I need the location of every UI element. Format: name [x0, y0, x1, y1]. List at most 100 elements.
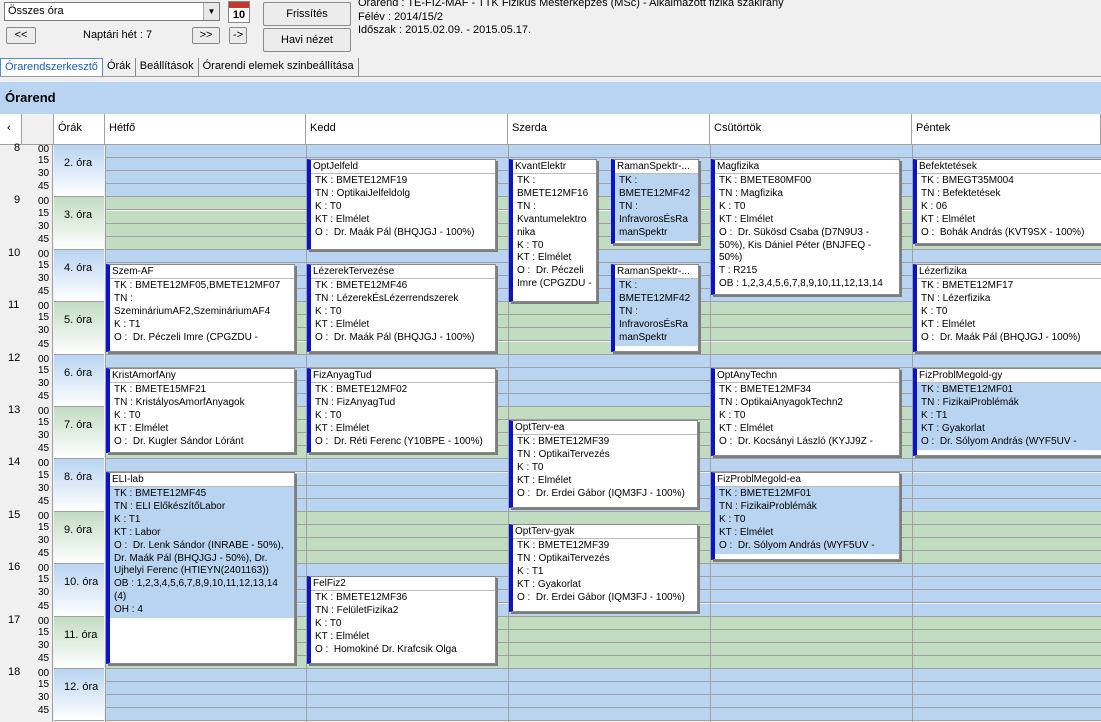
time-slot-row[interactable] — [105, 249, 1101, 263]
event-details: TK : BMETE12MF42 TN : InfravorosÉsRa man… — [615, 174, 698, 241]
period-label: 2. óra — [64, 157, 93, 169]
period-cell[interactable]: 5. óra — [54, 302, 104, 355]
event-title: KristAmorfAny — [110, 369, 294, 383]
event-details: TK : BMETE12MF39 TN : OptikaiTervezés K … — [517, 436, 685, 499]
timetable-event[interactable]: ELI-lab TK : BMETE12MF45 TN : ELI Előkész… — [106, 472, 295, 664]
prev-week-button[interactable]: << — [6, 27, 36, 44]
hour-label: 8 — [14, 142, 21, 154]
timetable-event[interactable]: OptTerv-gyak TK : BMETE12MF39 TN : Optika… — [509, 524, 698, 612]
period-cell[interactable]: 7. óra — [54, 407, 104, 460]
minute-label: 00 — [38, 301, 50, 313]
timetable-event[interactable]: Szem-AF TK : BMETE12MF05,BMETE12MF07 TN :… — [106, 264, 295, 352]
timetable-event[interactable]: OptJelfeld TK : BMETE12MF19 TN : OptikaiJ… — [307, 159, 496, 250]
timetable-event[interactable]: OptTerv-ea TK : BMETE12MF39 TN : OptikaiT… — [509, 420, 698, 508]
period-label: Időszak : 2015.02.09. - 2015.05.17. — [358, 24, 532, 36]
timetable-event[interactable]: FizProblMegold-ea TK : BMETE12MF01 TN : F… — [711, 472, 900, 560]
period-label: 12. óra — [64, 681, 99, 693]
period-cell[interactable]: 12. óra — [54, 669, 104, 722]
minute-label: 00 — [38, 196, 50, 208]
jump-button[interactable]: -> — [229, 27, 247, 44]
event-details: TK : BMEGT35M004 TN : Befektetések K : 0… — [921, 175, 1085, 238]
event-title: LézerekTervezése — [311, 265, 495, 279]
timetable-name: Órarend : TE-FIZ-MAF - TTK Fizikus Meste… — [358, 0, 784, 9]
day-header-friday[interactable]: Péntek — [912, 114, 1101, 145]
minute-label: 00 — [38, 510, 50, 522]
period-cell[interactable]: 11. óra — [54, 616, 104, 669]
semester-label: Félév : 2014/15/2 — [358, 11, 444, 23]
chevron-down-icon[interactable]: ▼ — [203, 3, 219, 20]
timetable-event[interactable]: KristAmorfAny TK : BMETE15MF21 TN : Krist… — [106, 368, 295, 453]
tab-settings[interactable]: Beállítások — [136, 58, 199, 76]
tab-bar: Órarendszerkesztő Órák Beállítások Órare… — [0, 58, 359, 76]
next-week-button[interactable]: >> — [192, 27, 220, 44]
month-view-button[interactable]: Havi nézet — [263, 28, 351, 52]
day-header-thursday[interactable]: Csütörtök — [710, 114, 912, 145]
minute-label: 45 — [38, 181, 50, 193]
time-slot-row[interactable] — [105, 695, 1101, 709]
collapse-button[interactable]: ‹ — [0, 114, 22, 145]
tab-timetable-editor[interactable]: Órarendszerkesztő — [0, 58, 103, 76]
period-cell[interactable]: 4. óra — [54, 249, 104, 303]
time-slot-row[interactable] — [105, 669, 1101, 683]
tab-color-settings[interactable]: Órarendi elemek szinbeállítása — [199, 58, 359, 76]
event-title: RamanSpektr-... — [615, 160, 698, 174]
period-cell[interactable]: 8. óra — [54, 459, 104, 512]
calendar-icon[interactable]: 10 — [228, 1, 250, 23]
event-details: TK : BMETE12MF34 TN : OptikaiAnyagokTech… — [719, 384, 873, 447]
timetable-event[interactable]: OptAnyTechn TK : BMETE12MF34 TN : Optikai… — [711, 368, 900, 456]
period-label: 6. óra — [64, 366, 93, 379]
period-cell[interactable]: 3. óra — [54, 197, 104, 250]
period-cell[interactable]: 6. óra — [54, 354, 104, 407]
minute-label: 15 — [38, 679, 50, 691]
event-title: OptJelfeld — [311, 160, 495, 174]
event-title: ELI-lab — [110, 473, 294, 487]
hours-filter-select[interactable]: Összes óra ▼ — [4, 2, 220, 21]
time-slot-row[interactable] — [105, 354, 1101, 368]
day-header-wednesday[interactable]: Szerda — [508, 114, 710, 145]
minute-label: 15 — [38, 574, 50, 586]
event-details: TK : BMETE15MF21 TN : KristályosAmorfAny… — [114, 384, 245, 447]
day-header-tuesday[interactable]: Kedd — [306, 114, 508, 145]
time-slot-row[interactable] — [105, 708, 1101, 722]
event-title: FizProblMegold-gy — [917, 369, 1101, 383]
refresh-button[interactable]: Frissítés — [263, 2, 351, 26]
minute-label: 45 — [38, 338, 50, 350]
period-cell[interactable]: 9. óra — [54, 511, 104, 565]
minute-label: 15 — [38, 521, 50, 533]
day-header-monday[interactable]: Hétfő — [105, 114, 306, 145]
timetable-event[interactable]: RamanSpektr-... TK : BMETE12MF42 TN : Inf… — [611, 159, 699, 244]
timetable-event[interactable]: RamanSpektr-... TK : BMETE12MF42 TN : Inf… — [611, 264, 699, 352]
minute-label: 15 — [38, 469, 50, 481]
event-details: TK : BMETE12MF42 TN : InfravorosÉsRa man… — [615, 279, 698, 346]
time-slot-row[interactable] — [105, 145, 1101, 159]
timetable-event[interactable]: Magfizika TK : BMETE80MF00 TN : Magfizika… — [711, 159, 900, 295]
minute-label: 45 — [38, 495, 50, 507]
event-details: TK : BMETE12MF46 TN : LézerekÉsLézerrend… — [315, 280, 475, 343]
hour-label: 14 — [8, 456, 21, 469]
minute-label: 30 — [38, 587, 50, 599]
tab-hours[interactable]: Órák — [103, 58, 136, 76]
event-details: TK : BMETE12MF01 TN : FizikaiProblémák K… — [917, 383, 1101, 450]
period-cell[interactable]: 10. óra — [54, 564, 104, 617]
event-title: RamanSpektr-... — [615, 265, 698, 279]
minute-label: 15 — [38, 626, 50, 638]
minute-label: 30 — [38, 535, 50, 546]
panel-title: Órarend — [5, 90, 56, 105]
hours-filter-value: Összes óra — [8, 5, 64, 17]
time-slot-row[interactable] — [105, 682, 1101, 696]
event-title: Befektetések — [917, 160, 1101, 174]
period-cell[interactable]: 2. óra — [54, 145, 104, 198]
minute-label: 00 — [38, 668, 50, 679]
timetable-event[interactable]: FelFiz2 TK : BMETE12MF36 TN : FelületFizi… — [307, 576, 496, 664]
timetable-event[interactable]: FizAnyagTud TK : BMETE12MF02 TN : FizAnya… — [307, 368, 496, 453]
timetable-event[interactable]: LézerekTervezése TK : BMETE12MF46 TN : Lé… — [307, 264, 496, 352]
minute-label: 00 — [38, 458, 50, 470]
event-details: TK : BMETE12MF36 TN : FelületFizika2 K :… — [315, 592, 457, 655]
timetable-event[interactable]: Lézerfizika TK : BMETE12MF17 TN : Lézerfi… — [913, 264, 1101, 352]
timetable-event[interactable]: KvantElektr TK : BMETE12MF16 TN : Kvantum… — [509, 159, 597, 302]
event-title: Magfizika — [715, 160, 899, 174]
minute-label: 45 — [38, 443, 50, 455]
timetable-event[interactable]: FizProblMegold-gy TK : BMETE12MF01 TN : F… — [913, 368, 1101, 456]
minute-label: 30 — [38, 325, 50, 337]
timetable-event[interactable]: Befektetések TK : BMEGT35M004 TN : Befekt… — [913, 159, 1101, 244]
